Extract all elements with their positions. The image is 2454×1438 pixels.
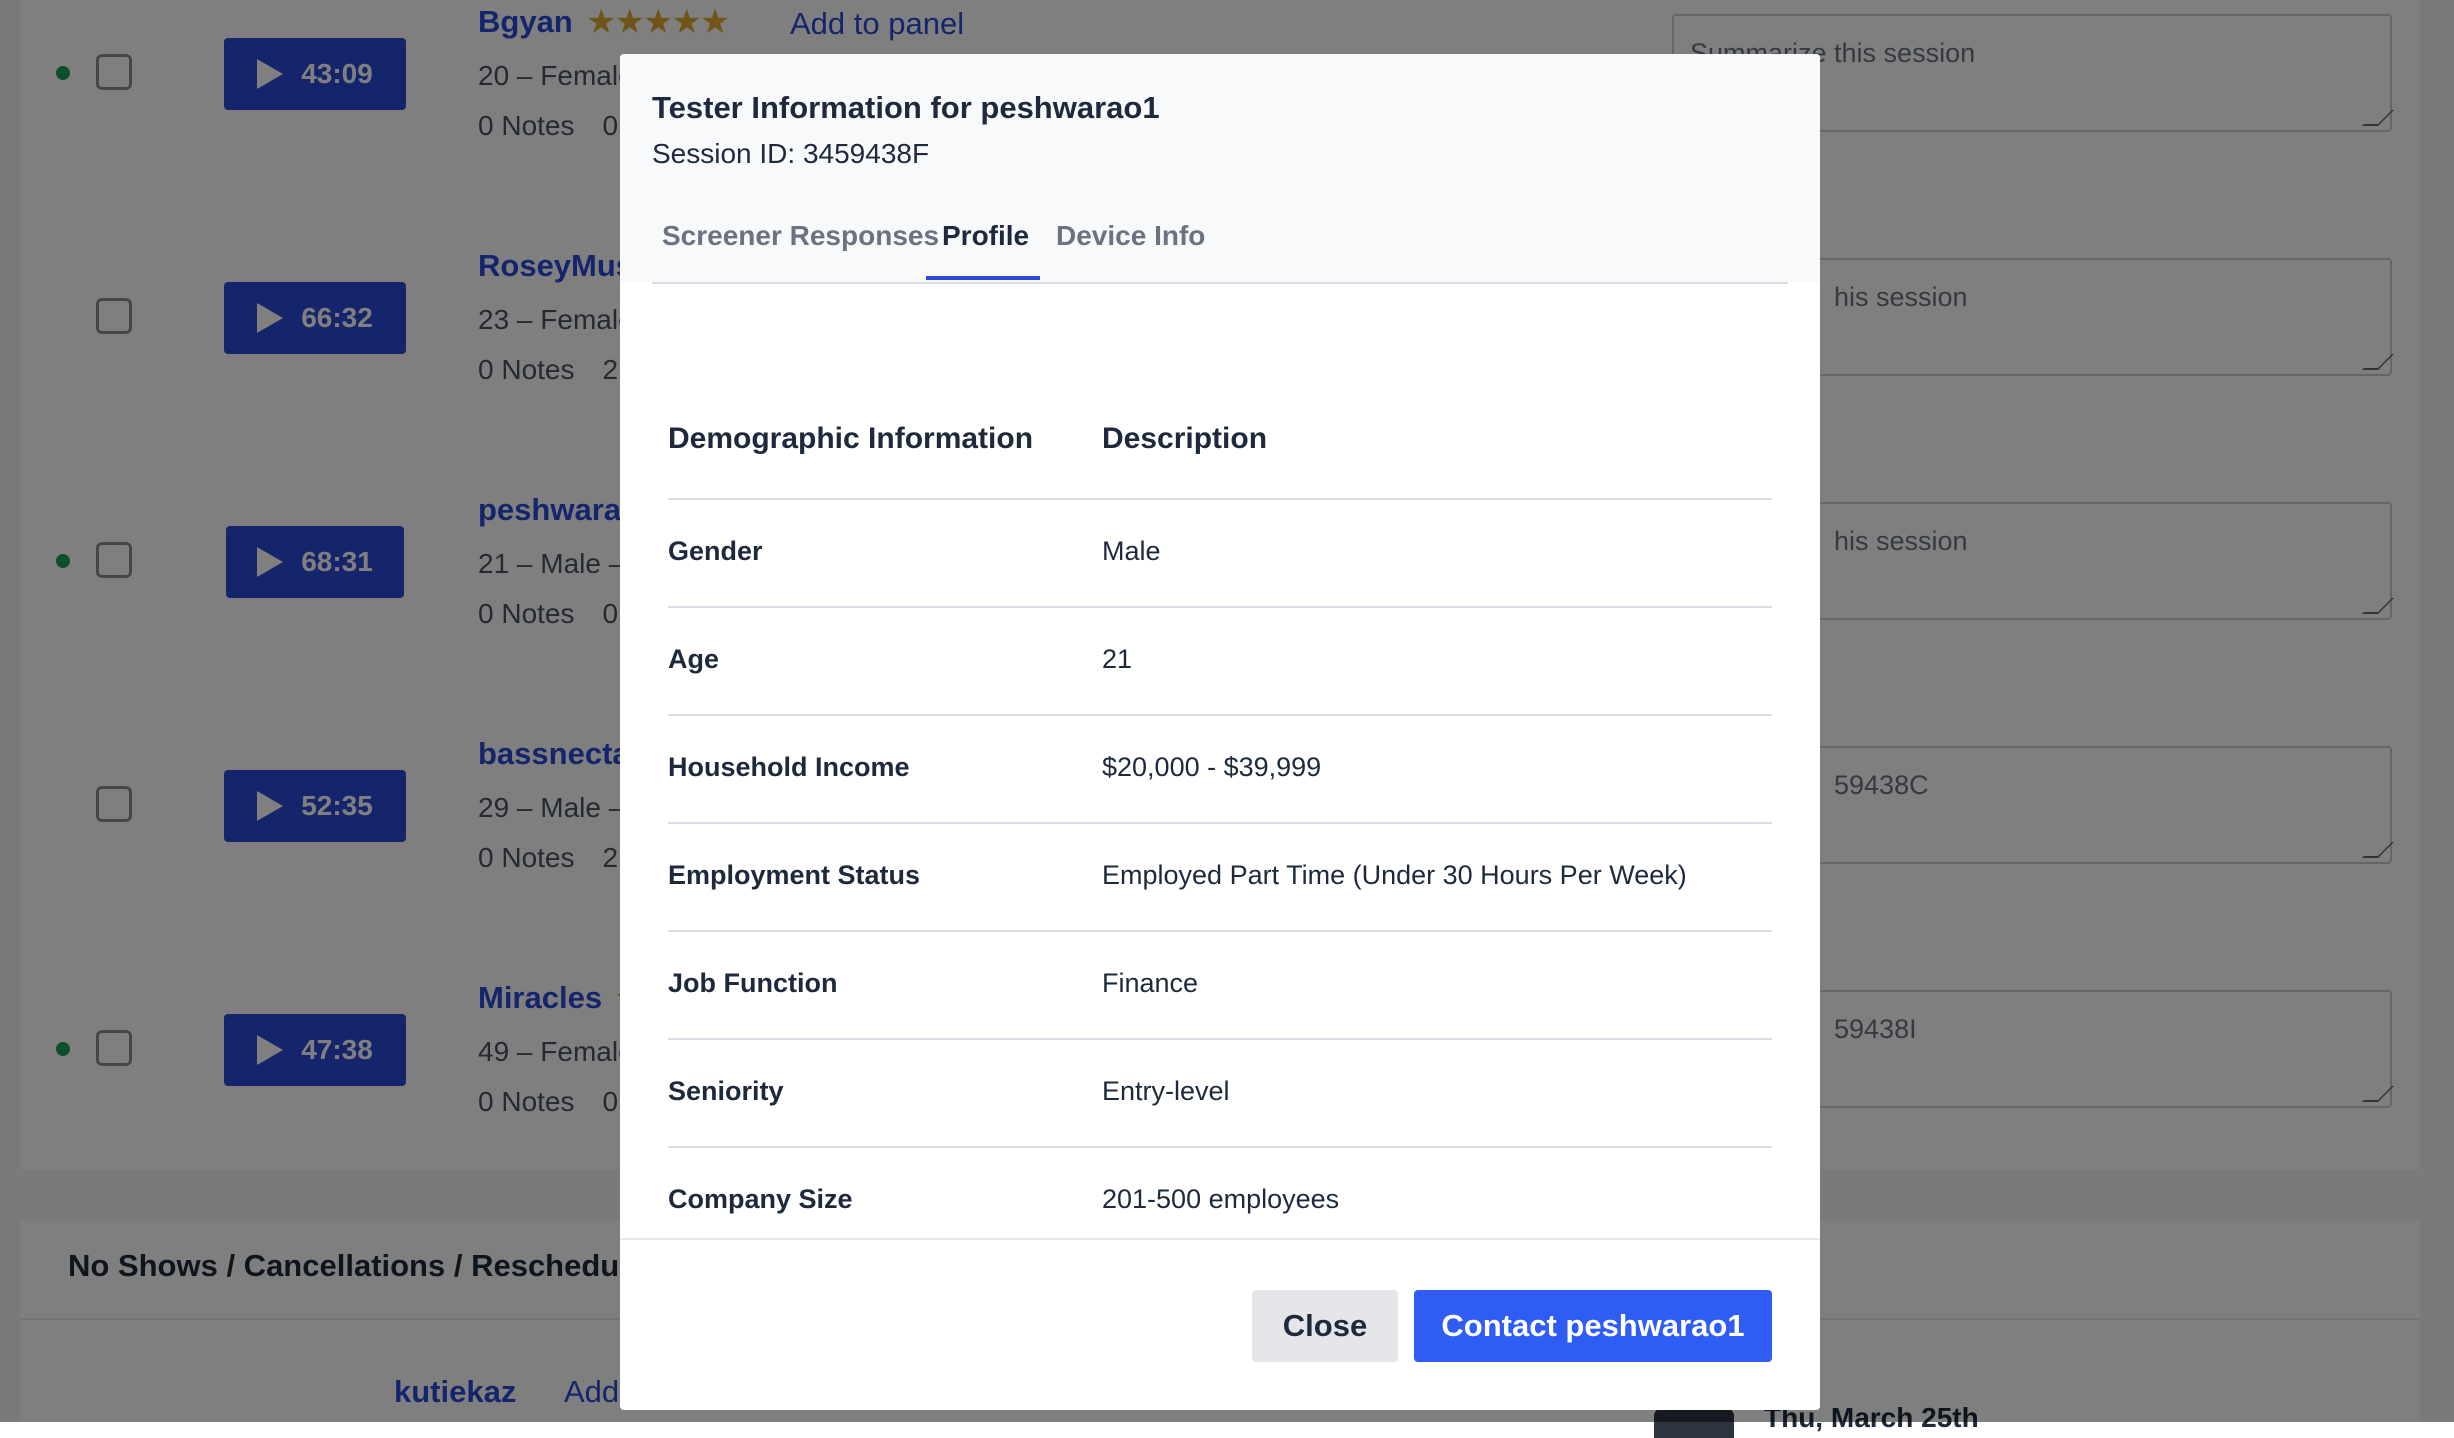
close-button[interactable]: Close [1252, 1290, 1398, 1362]
table-row: Job Function Finance [668, 930, 1772, 1040]
row-value: Entry-level [1102, 1076, 1230, 1106]
contact-tester-button[interactable]: Contact peshwarao1 [1414, 1290, 1772, 1362]
table-row: Seniority Entry-level [668, 1038, 1772, 1148]
row-value: $20,000 - $39,999 [1102, 752, 1322, 782]
row-label: Seniority [668, 1076, 784, 1106]
table-header: Demographic Information Description [668, 364, 1772, 500]
row-label: Age [668, 644, 720, 674]
tab-screener-responses[interactable]: Screener Responses [636, 220, 939, 280]
modal-header: Tester Information for peshwarao1 Sessio… [620, 54, 1820, 284]
table-row: Household Income $20,000 - $39,999 [668, 714, 1772, 824]
row-label: Gender [668, 536, 763, 566]
modal-tabs: Screener Responses Profile Device Info [652, 214, 1788, 284]
row-label: Company Size [668, 1184, 853, 1214]
row-value: Employed Part Time (Under 30 Hours Per W… [1102, 860, 1687, 890]
row-value: 201-500 employees [1102, 1184, 1340, 1214]
modal-footer: Close Contact peshwarao1 [620, 1238, 1820, 1410]
table-row: Age 21 [668, 606, 1772, 716]
tester-info-modal: Tester Information for peshwarao1 Sessio… [620, 54, 1820, 1410]
column-header-description: Description [1102, 422, 1268, 455]
column-header-demographic: Demographic Information [668, 422, 1034, 455]
modal-title: Tester Information for peshwarao1 [652, 90, 1160, 125]
table-row: Gender Male [668, 498, 1772, 608]
row-label: Household Income [668, 752, 910, 782]
row-value: Finance [1102, 968, 1199, 998]
tab-profile[interactable]: Profile [926, 220, 1040, 280]
table-row: Employment Status Employed Part Time (Un… [668, 822, 1772, 932]
row-value: Male [1102, 536, 1161, 566]
row-value: 21 [1102, 644, 1133, 674]
row-label: Employment Status [668, 860, 921, 890]
session-id: Session ID: 3459438F [652, 138, 930, 169]
tab-device-info[interactable]: Device Info [1040, 220, 1221, 280]
row-label: Job Function [668, 968, 838, 998]
